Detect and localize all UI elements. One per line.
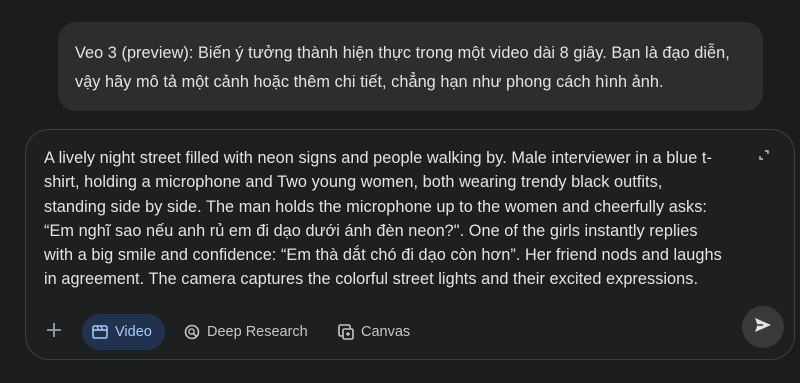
system-message-bubble: Veo 3 (preview): Biến ý tưởng thành hiện… <box>58 22 763 111</box>
tool-chip-deep-research[interactable]: Deep Research <box>177 314 314 350</box>
video-icon <box>91 323 109 341</box>
tool-chip-video[interactable]: Video <box>82 314 165 350</box>
add-button[interactable] <box>40 318 68 346</box>
composer-toolbar: Video Deep Research Canvas <box>26 306 794 352</box>
expand-button[interactable] <box>756 148 772 164</box>
send-button[interactable] <box>742 306 784 348</box>
tool-chip-label: Canvas <box>361 324 411 340</box>
prompt-composer[interactable]: A lively night street filled with neon s… <box>25 129 795 360</box>
canvas-icon <box>337 323 355 341</box>
tool-chip-label: Video <box>115 324 152 340</box>
deep-research-icon <box>183 323 201 341</box>
plus-icon <box>46 322 62 343</box>
tool-chip-canvas[interactable]: Canvas <box>331 314 416 350</box>
system-message-text: Veo 3 (preview): Biến ý tưởng thành hiện… <box>75 44 730 91</box>
prompt-input-text[interactable]: A lively night street filled with neon s… <box>44 146 726 292</box>
expand-icon <box>759 147 769 165</box>
chat-page: Veo 3 (preview): Biến ý tưởng thành hiện… <box>0 0 800 383</box>
send-icon <box>753 315 773 340</box>
tool-chip-label: Deep Research <box>207 324 308 340</box>
